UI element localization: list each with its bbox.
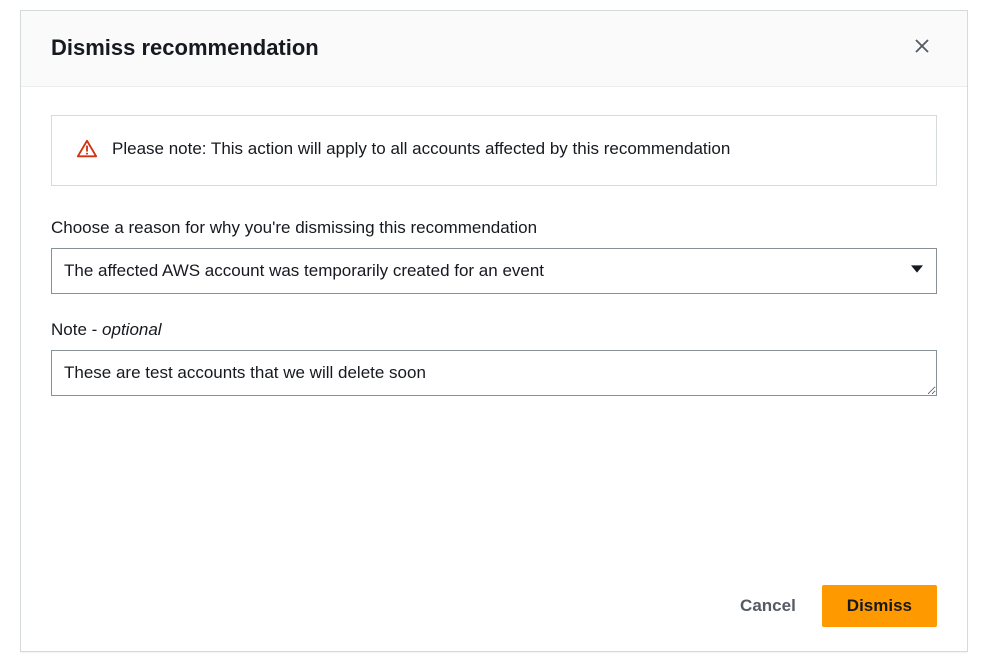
modal-title: Dismiss recommendation [51, 35, 319, 61]
note-label-optional: optional [102, 320, 162, 339]
reason-select-wrapper: The affected AWS account was temporarily… [51, 248, 937, 294]
reason-select[interactable]: The affected AWS account was temporarily… [51, 248, 937, 294]
alert-box: Please note: This action will apply to a… [51, 115, 937, 186]
alert-text: Please note: This action will apply to a… [112, 136, 730, 162]
note-label-prefix: Note - [51, 320, 102, 339]
cancel-button[interactable]: Cancel [736, 586, 800, 626]
reason-form-group: Choose a reason for why you're dismissin… [51, 218, 937, 294]
close-icon [913, 37, 931, 58]
modal-body: Please note: This action will apply to a… [21, 87, 967, 567]
modal-footer: Cancel Dismiss [21, 567, 967, 651]
reason-label: Choose a reason for why you're dismissin… [51, 218, 937, 238]
dismiss-recommendation-modal: Dismiss recommendation Please note: This… [20, 10, 968, 652]
modal-header: Dismiss recommendation [21, 11, 967, 87]
note-textarea[interactable] [51, 350, 937, 396]
dismiss-button[interactable]: Dismiss [822, 585, 937, 627]
warning-triangle-icon [76, 138, 98, 165]
close-button[interactable] [907, 31, 937, 64]
note-form-group: Note - optional [51, 320, 937, 401]
note-label: Note - optional [51, 320, 937, 340]
